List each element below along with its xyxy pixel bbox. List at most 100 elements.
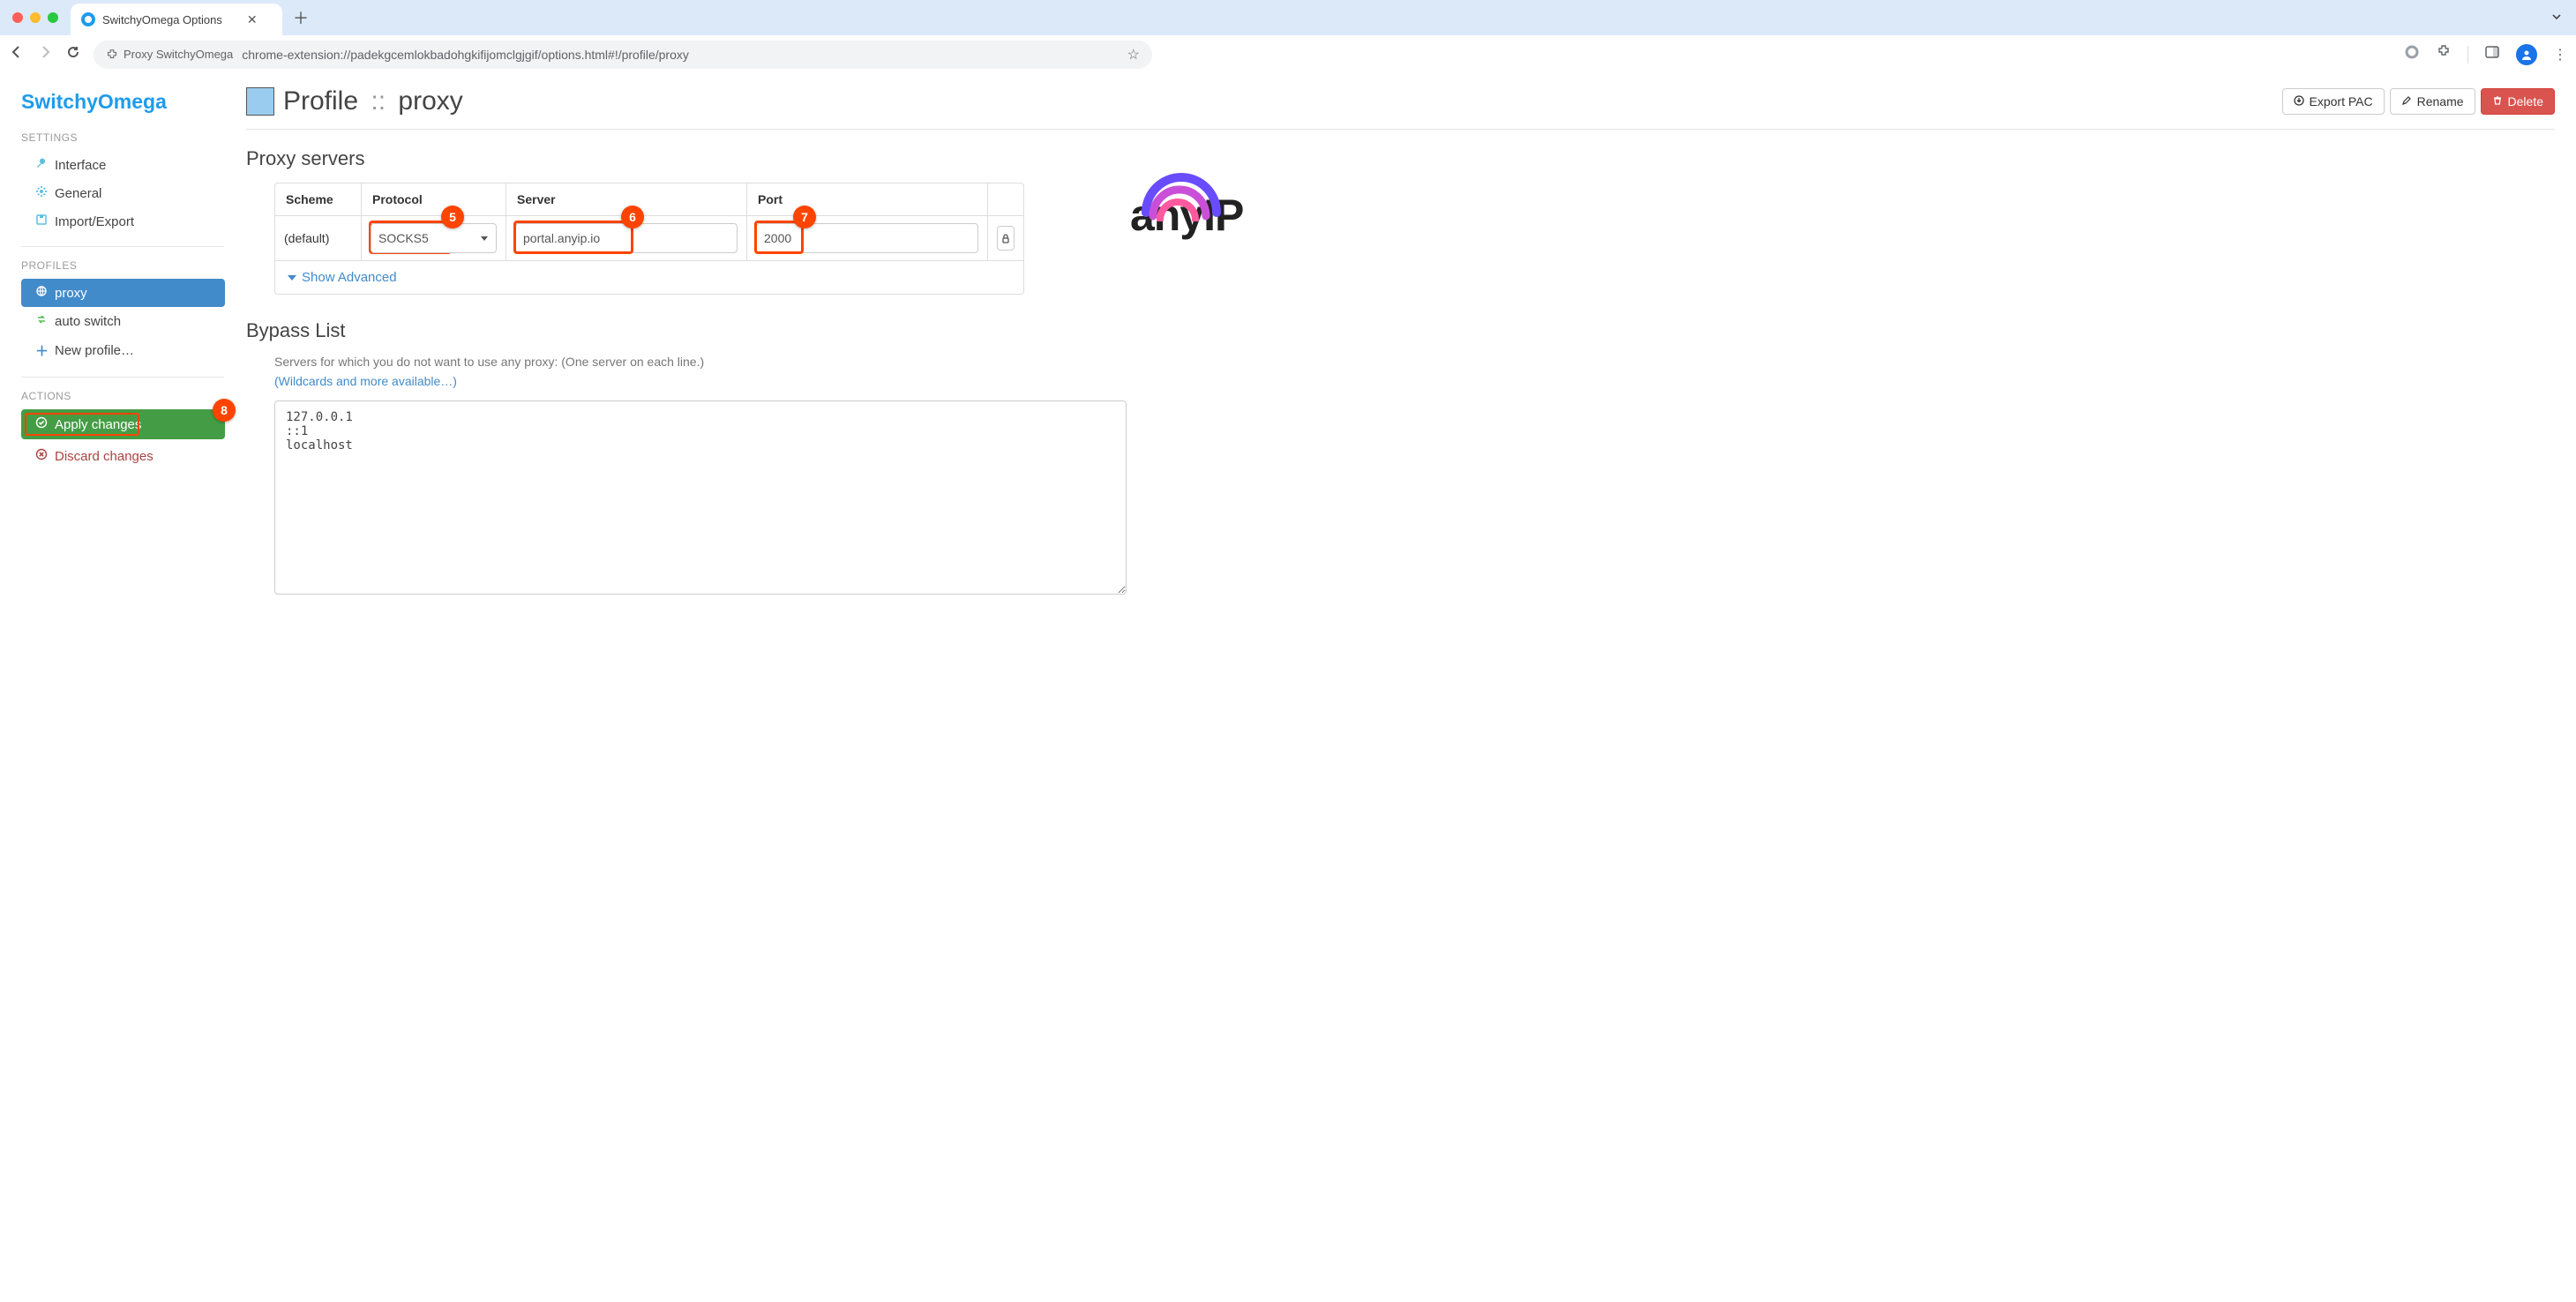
discard-label: Discard changes <box>55 449 154 464</box>
extension-chip: Proxy SwitchyOmega <box>106 48 233 61</box>
sidebar-item-label: General <box>55 186 101 201</box>
sidebar-item-proxy[interactable]: proxy <box>21 279 225 307</box>
chevron-down-icon <box>288 275 296 281</box>
checkmark-icon <box>35 416 48 432</box>
switchyomega-ext-icon[interactable] <box>2404 44 2420 64</box>
lock-cell <box>988 216 1023 260</box>
brand-title: SwitchyOmega <box>21 90 225 114</box>
bypass-list-heading: Bypass List <box>246 319 2555 342</box>
col-protocol: Protocol <box>362 183 506 215</box>
sidepanel-icon[interactable] <box>2484 44 2500 64</box>
main-content: Profile :: proxy Export PAC Rename <box>225 74 2576 1302</box>
anyip-logo: anyIP <box>1130 190 1324 241</box>
sidebar-section-settings: SETTINGS <box>21 131 225 144</box>
sidebar-item-autoswitch[interactable]: auto switch <box>21 307 225 335</box>
profile-avatar-icon[interactable] <box>2516 44 2537 65</box>
table-header-row: Scheme Protocol Server Port <box>275 183 1023 216</box>
save-icon <box>35 213 48 229</box>
gear-icon <box>35 185 48 201</box>
server-input[interactable] <box>515 223 738 253</box>
sidebar-item-label: Import/Export <box>55 214 134 229</box>
browser-toolbar: Proxy SwitchyOmega chrome-extension://pa… <box>0 35 2576 74</box>
nav-back-icon[interactable] <box>9 45 25 64</box>
maximize-window-icon[interactable] <box>48 12 58 23</box>
apply-label: Apply changes <box>55 417 141 432</box>
nav-forward-icon[interactable] <box>37 45 53 64</box>
browser-tab[interactable]: SwitchyOmega Options ✕ <box>71 4 282 35</box>
col-port: Port <box>747 183 988 215</box>
annotation-badge-8: 8 <box>213 399 236 422</box>
server-cell: 6 <box>506 216 747 260</box>
page: SwitchyOmega SETTINGS Interface General … <box>0 74 2576 1302</box>
proxy-servers-heading: Proxy servers <box>246 147 2555 170</box>
table-row: (default) 5 SOCKS5 6 <box>275 216 1023 261</box>
address-bar[interactable]: Proxy SwitchyOmega chrome-extension://pa… <box>94 41 1152 69</box>
sidebar-item-interface[interactable]: Interface <box>21 151 225 179</box>
header-buttons: Export PAC Rename Delete <box>2282 88 2556 115</box>
proxy-table: Scheme Protocol Server Port (default) 5 … <box>274 183 1024 295</box>
new-tab-icon[interactable]: ＋ <box>293 6 309 29</box>
show-advanced-link[interactable]: Show Advanced <box>275 261 1023 294</box>
bypass-textarea[interactable] <box>274 400 1127 595</box>
port-cell: 7 <box>747 216 988 260</box>
profiles-list: proxy auto switch ＋ New profile… <box>21 279 225 366</box>
kebab-menu-icon[interactable]: ⋮ <box>2553 46 2567 64</box>
minimize-window-icon[interactable] <box>30 12 41 23</box>
sidebar-item-label: auto switch <box>55 314 121 329</box>
close-tab-icon[interactable]: ✕ <box>247 12 258 27</box>
bypass-wildcards-link[interactable]: (Wildcards and more available…) <box>274 374 457 388</box>
reload-icon[interactable] <box>65 45 81 64</box>
bypass-description: Servers for which you do not want to use… <box>274 355 2555 369</box>
pencil-icon <box>2401 94 2412 108</box>
settings-list: Interface General Import/Export <box>21 151 225 236</box>
protocol-select[interactable]: SOCKS5 <box>371 223 497 253</box>
sidebar-divider <box>21 377 224 378</box>
sidebar-item-general[interactable]: General <box>21 179 225 207</box>
discard-changes-button[interactable]: Discard changes <box>21 441 225 471</box>
extensions-icon[interactable] <box>2436 44 2452 64</box>
annotation-badge-6: 6 <box>621 206 644 228</box>
tabs-dropdown-icon[interactable] <box>2551 11 2562 25</box>
wifi-arcs-icon <box>1137 160 1234 221</box>
toolbar-right-icons: ⋮ <box>2404 44 2567 65</box>
toolbar-divider <box>2467 46 2468 64</box>
export-pac-button[interactable]: Export PAC <box>2282 88 2385 115</box>
col-actions <box>988 183 1023 215</box>
cancel-icon <box>35 448 48 464</box>
sidebar: SwitchyOmega SETTINGS Interface General … <box>0 74 225 1302</box>
profile-color-swatch[interactable] <box>246 87 274 116</box>
close-window-icon[interactable] <box>12 12 23 23</box>
bookmark-star-icon[interactable]: ☆ <box>1127 46 1140 64</box>
apply-changes-button[interactable]: Apply changes <box>21 409 225 439</box>
sidebar-section-actions: ACTIONS <box>21 390 225 402</box>
delete-button[interactable]: Delete <box>2481 88 2555 115</box>
protocol-cell: 5 SOCKS5 <box>362 216 506 260</box>
annotation-badge-7: 7 <box>793 206 816 228</box>
rename-button[interactable]: Rename <box>2390 88 2475 115</box>
col-scheme: Scheme <box>275 183 362 215</box>
url-text: chrome-extension://padekgcemlokbadohgkif… <box>242 48 1118 62</box>
lock-icon <box>1000 233 1011 243</box>
tab-title: SwitchyOmega Options <box>102 13 222 26</box>
sidebar-item-label: Interface <box>55 158 106 173</box>
sidebar-item-label: New profile… <box>55 343 134 358</box>
page-header: Profile :: proxy Export PAC Rename <box>246 86 2555 130</box>
trash-icon <box>2492 94 2503 108</box>
window-controls <box>12 12 58 23</box>
tab-favicon-icon <box>81 12 95 26</box>
download-icon <box>2294 94 2304 108</box>
sidebar-item-import-export[interactable]: Import/Export <box>21 207 225 236</box>
extension-name: Proxy SwitchyOmega <box>124 48 233 61</box>
auth-lock-button[interactable] <box>997 226 1015 251</box>
titlebar: SwitchyOmega Options ✕ ＋ <box>0 0 2576 35</box>
browser-chrome: SwitchyOmega Options ✕ ＋ Proxy SwitchyOm… <box>0 0 2576 74</box>
puzzle-icon <box>106 49 118 61</box>
sidebar-item-new-profile[interactable]: ＋ New profile… <box>21 335 225 366</box>
wrench-icon <box>35 157 48 173</box>
sidebar-section-profiles: PROFILES <box>21 259 225 272</box>
port-input[interactable] <box>756 223 978 253</box>
plus-icon: ＋ <box>35 341 48 360</box>
apply-wrapper: 8 Apply changes <box>21 409 225 439</box>
annotation-badge-5: 5 <box>441 206 464 228</box>
sidebar-item-label: proxy <box>55 286 87 301</box>
